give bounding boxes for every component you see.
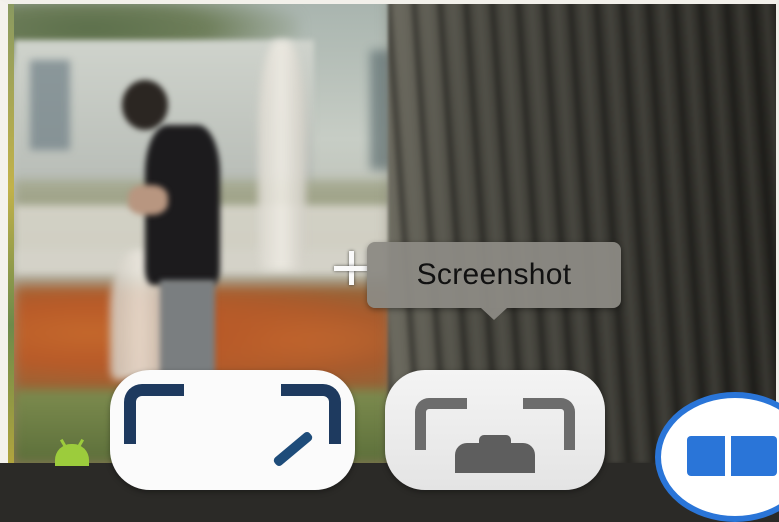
wallpaper-person-arm bbox=[128, 185, 168, 215]
frame-corner-icon bbox=[415, 398, 467, 450]
window-panes-icon bbox=[687, 436, 777, 476]
camera-icon bbox=[455, 435, 535, 473]
wallpaper-person-head bbox=[122, 80, 168, 130]
crosshair-plus-icon bbox=[334, 251, 368, 285]
dock-tooltip: Screenshot bbox=[367, 242, 621, 320]
screen-annotate-app-icon[interactable] bbox=[110, 370, 355, 490]
frame-corner-icon bbox=[523, 398, 575, 450]
tooltip-label: Screenshot bbox=[416, 258, 572, 291]
wallpaper-window bbox=[30, 60, 70, 150]
frame-corner-icon bbox=[124, 384, 184, 444]
wallpaper-statue bbox=[258, 40, 306, 270]
window-edge-strip bbox=[8, 4, 14, 463]
screenshot-app-icon[interactable] bbox=[385, 370, 605, 490]
wallpaper-person-legs bbox=[160, 280, 215, 380]
